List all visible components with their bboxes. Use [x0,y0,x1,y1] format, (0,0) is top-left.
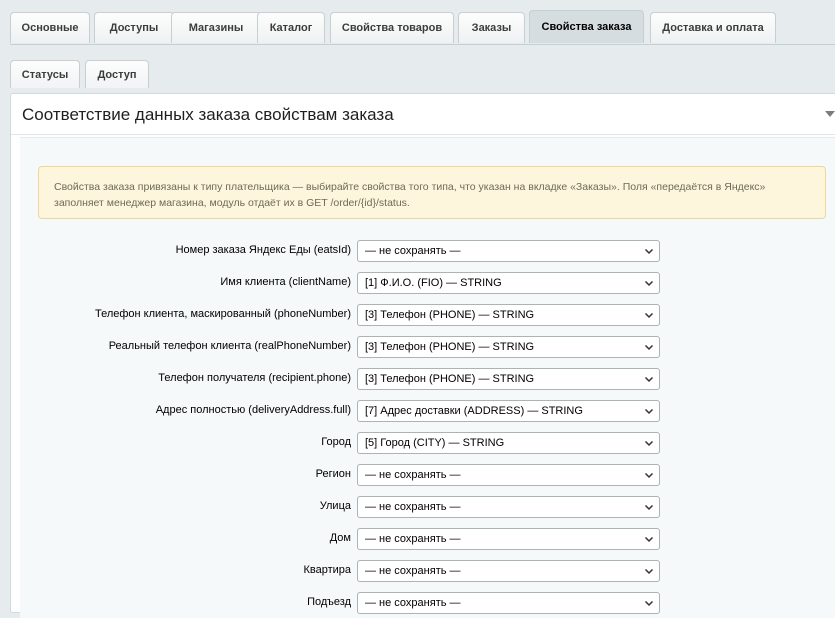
select-value: [3] Телефон (PHONE) — STRING [365,309,535,321]
chevron-down-icon [644,312,654,319]
field-label: Регион [315,468,351,480]
tab-product-properties[interactable]: Свойства товаров [330,12,454,43]
subtab-statuses[interactable]: Статусы [10,60,80,88]
tab-orders[interactable]: Заказы [458,12,525,43]
field-label: Номер заказа Яндекс Еды (eatsId) [175,244,351,256]
info-notice: Свойства заказа привязаны к типу платель… [38,166,826,219]
field-row: Дом — не сохранять — [20,528,835,550]
field-label: Телефон клиента, маскированный (phoneNum… [94,308,351,320]
select-value: — не сохранять — [365,469,461,481]
field-select[interactable]: [3] Телефон (PHONE) — STRING [357,336,660,358]
tab-general[interactable]: Основные [10,12,90,43]
select-value: [1] Ф.И.О. (FIO) — STRING [365,277,502,289]
field-row: Реальный телефон клиента (realPhoneNumbe… [20,336,835,358]
chevron-down-icon [644,344,654,351]
field-label: Имя клиента (clientName) [220,276,351,288]
chevron-down-icon [644,536,654,543]
tab-delivery-payment[interactable]: Доставка и оплата [650,12,776,43]
chevron-down-icon [644,568,654,575]
field-row: Квартира — не сохранять — [20,560,835,582]
field-select[interactable]: [1] Ф.И.О. (FIO) — STRING [357,272,660,294]
field-select[interactable]: [3] Телефон (PHONE) — STRING [357,304,660,326]
order-properties-panel: Соответствие данных заказа свойствам зак… [10,93,835,618]
field-row: Телефон клиента, маскированный (phoneNum… [20,304,835,326]
chevron-down-icon [644,376,654,383]
panel-divider [11,134,835,135]
chevron-down-icon [644,248,654,255]
settings-form: Свойства заказа привязаны к типу платель… [20,137,835,618]
field-row: Адрес полностью (deliveryAddress.full) [… [20,400,835,422]
field-label: Улица [319,500,351,512]
field-select[interactable]: — не сохранять — [357,240,660,262]
select-value: [3] Телефон (PHONE) — STRING [365,341,535,353]
field-label: Квартира [303,564,351,576]
tabbar-divider [10,44,835,45]
select-value: [7] Адрес доставки (ADDRESS) — STRING [365,405,583,417]
chevron-down-icon [644,504,654,511]
field-label: Подъезд [307,596,351,608]
select-value: — не сохранять — [365,245,461,257]
chevron-down-icon [644,472,654,479]
subtab-access[interactable]: Доступ [85,60,149,88]
chevron-down-icon [644,440,654,447]
field-row: Город [5] Город (CITY) — STRING [20,432,835,454]
tab-order-properties[interactable]: Свойства заказа [529,10,644,43]
field-select[interactable]: [7] Адрес доставки (ADDRESS) — STRING [357,400,660,422]
field-row: Номер заказа Яндекс Еды (eatsId) — не со… [20,240,835,262]
field-label: Город [321,436,351,448]
select-value: — не сохранять — [365,597,461,609]
field-label: Реальный телефон клиента (realPhoneNumbe… [108,340,351,352]
tab-catalog[interactable]: Каталог [257,12,325,43]
field-row: Имя клиента (clientName) [1] Ф.И.О. (FIO… [20,272,835,294]
field-select[interactable]: — не сохранять — [357,528,660,550]
field-select[interactable]: — не сохранять — [357,592,660,614]
field-row: Телефон получателя (recipient.phone) [3]… [20,368,835,390]
field-row: Подъезд — не сохранять — [20,592,835,614]
field-label: Телефон получателя (recipient.phone) [158,372,351,384]
field-select[interactable]: — не сохранять — [357,560,660,582]
collapse-arrow-icon[interactable] [825,111,835,117]
select-value: [5] Город (CITY) — STRING [365,437,505,449]
tab-stores[interactable]: Магазины [171,12,261,43]
field-select[interactable]: [3] Телефон (PHONE) — STRING [357,368,660,390]
field-row: Улица — не сохранять — [20,496,835,518]
select-value: [3] Телефон (PHONE) — STRING [365,373,535,385]
tab-access[interactable]: Доступы [94,12,174,43]
chevron-down-icon [644,408,654,415]
field-row: Регион — не сохранять — [20,464,835,486]
select-value: — не сохранять — [365,501,461,513]
chevron-down-icon [644,280,654,287]
field-label: Дом [329,532,351,544]
field-select[interactable]: — не сохранять — [357,496,660,518]
field-select[interactable]: [5] Город (CITY) — STRING [357,432,660,454]
select-value: — не сохранять — [365,565,461,577]
panel-title: Соответствие данных заказа свойствам зак… [22,105,394,124]
field-label: Адрес полностью (deliveryAddress.full) [155,404,351,416]
select-value: — не сохранять — [365,533,461,545]
field-select[interactable]: — не сохранять — [357,464,660,486]
